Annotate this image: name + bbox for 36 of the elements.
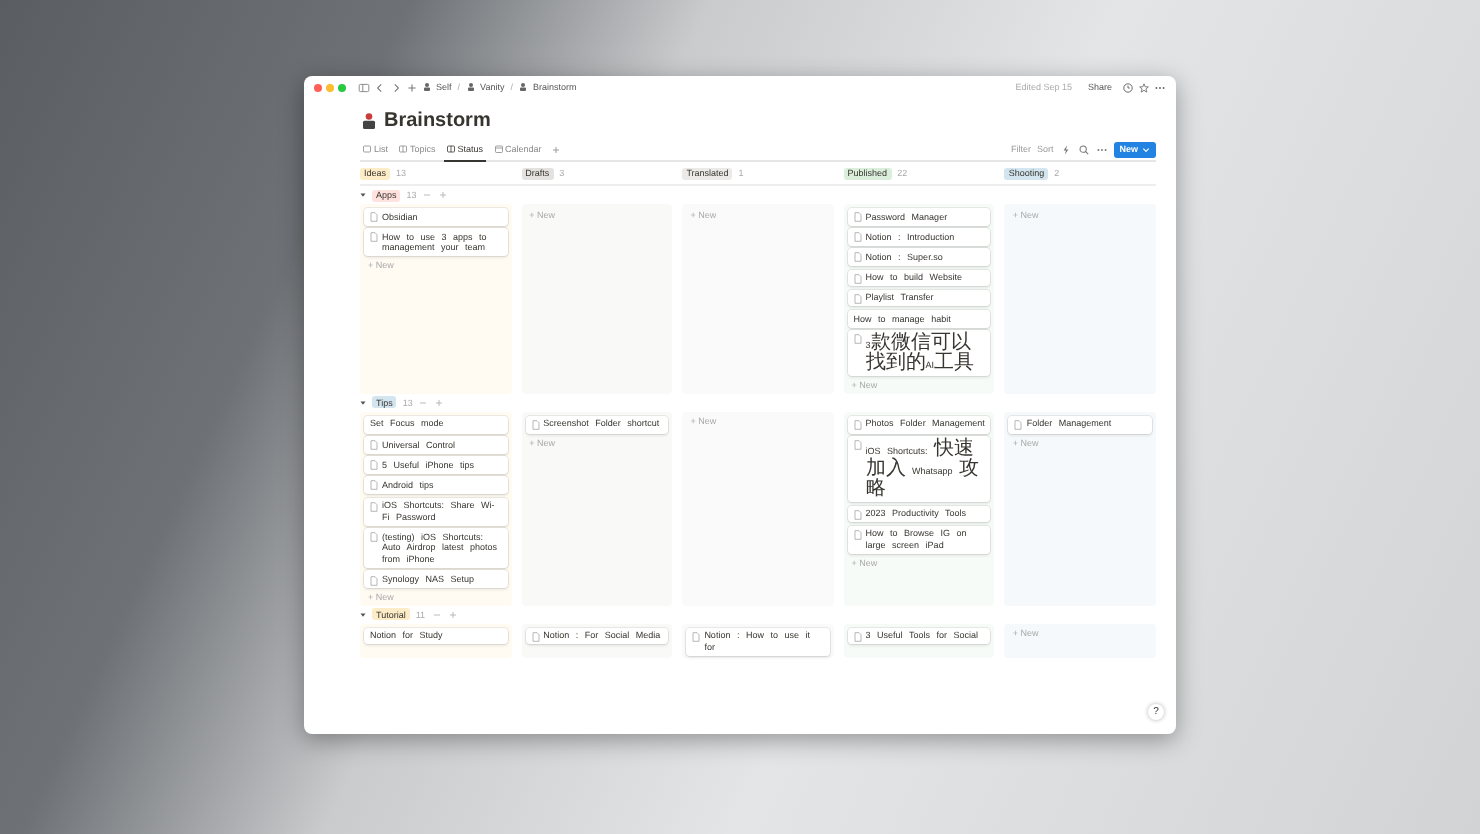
back-icon[interactable] <box>374 81 386 93</box>
plus-icon[interactable] <box>438 190 449 200</box>
minimize-button[interactable] <box>326 83 334 91</box>
caret-icon[interactable] <box>1142 145 1150 153</box>
search-icon[interactable] <box>1077 143 1090 155</box>
plus-icon[interactable] <box>447 609 458 620</box>
page-title: Brainstorm <box>384 110 491 132</box>
clock-icon[interactable] <box>1122 81 1134 93</box>
page-icon <box>1014 419 1023 430</box>
calendar-icon <box>493 144 504 154</box>
board-icon <box>445 143 456 153</box>
person-icon <box>422 82 432 92</box>
plus-icon[interactable] <box>406 81 418 93</box>
person-icon <box>360 112 378 130</box>
close-button[interactable] <box>314 83 322 91</box>
sidebar-icon[interactable] <box>358 81 370 93</box>
page-icon <box>853 334 862 345</box>
star-icon[interactable] <box>1138 81 1150 93</box>
page-icon <box>531 631 540 642</box>
list-icon <box>362 144 372 154</box>
page-icon <box>531 419 540 430</box>
page-icon <box>692 631 701 642</box>
person-icon <box>518 82 529 92</box>
board-icon <box>398 144 409 154</box>
toggle-icon[interactable] <box>360 611 366 618</box>
forward-icon[interactable] <box>390 81 402 93</box>
page-icon <box>370 532 378 543</box>
toggle-icon[interactable] <box>360 192 366 198</box>
page-icon <box>370 575 378 586</box>
plus-icon[interactable] <box>434 397 445 408</box>
maximize-button[interactable] <box>338 83 346 91</box>
page-icon <box>853 631 862 642</box>
toggle-icon[interactable] <box>360 399 366 406</box>
lightning-icon[interactable] <box>1059 143 1072 155</box>
plus-icon[interactable] <box>549 143 562 155</box>
person-icon <box>466 82 477 92</box>
